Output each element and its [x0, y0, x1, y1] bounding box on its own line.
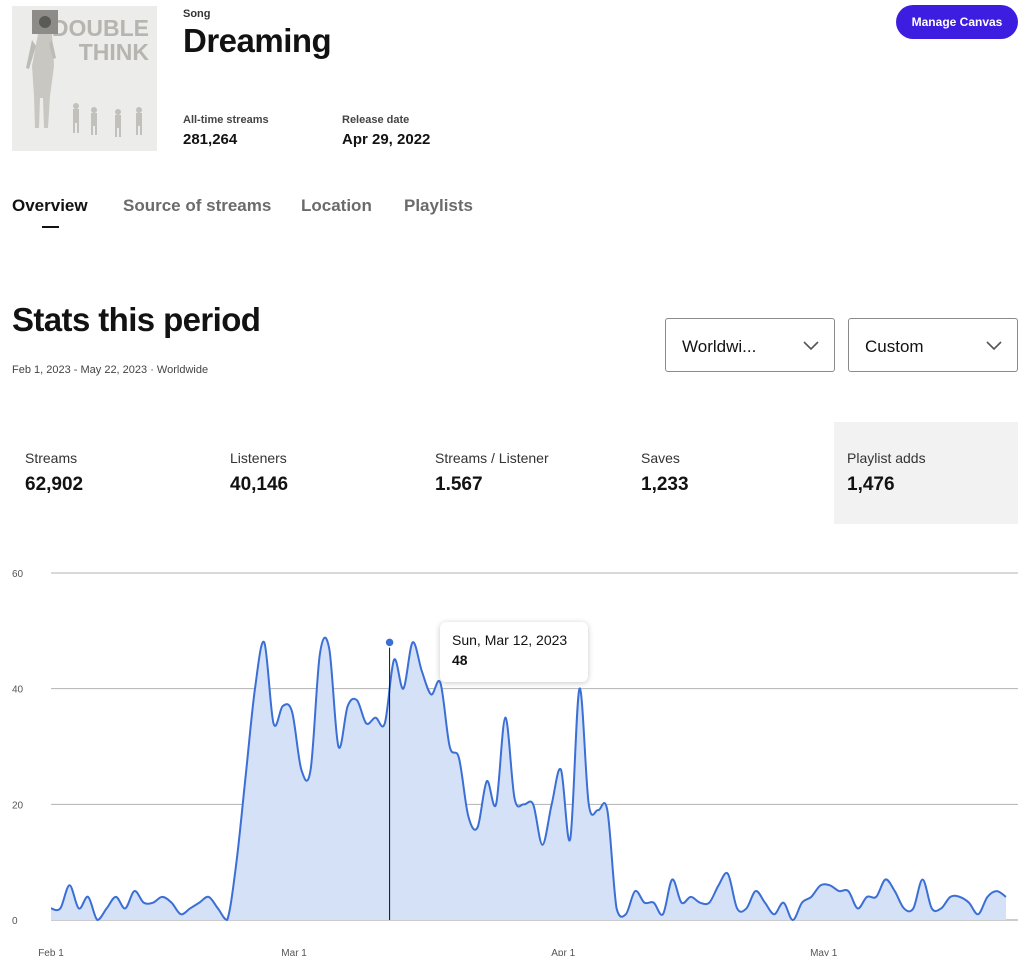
x-axis: Feb 1 Mar 1 Apr 1 May 1 [38, 948, 838, 956]
hover-data-point[interactable] [384, 637, 395, 648]
period-dropdown[interactable]: Custom [848, 318, 1018, 372]
all-time-streams-value: 281,264 [183, 131, 238, 148]
tab-location[interactable]: Location [301, 196, 372, 216]
stats-title: Stats this period [12, 301, 261, 338]
manage-canvas-button[interactable]: Manage Canvas [896, 5, 1018, 39]
metric-streams-per-listener[interactable]: Streams / Listener 1.567 [422, 422, 622, 524]
metric-streams[interactable]: Streams 62,902 [12, 422, 212, 524]
x-tick-label: Mar 1 [281, 948, 307, 956]
chevron-down-icon [803, 341, 819, 351]
metric-listeners[interactable]: Listeners 40,146 [217, 422, 417, 524]
y-axis: 0 20 40 60 [12, 569, 24, 927]
metric-value: 1.567 [435, 474, 483, 495]
release-date-label: Release date [342, 114, 410, 126]
song-title: Dreaming [183, 22, 332, 59]
period-dropdown-value: Custom [865, 337, 924, 356]
tooltip-value: 48 [452, 652, 468, 668]
y-tick-label: 20 [12, 800, 24, 811]
tooltip-date: Sun, Mar 12, 2023 [452, 632, 568, 648]
x-tick-label: Feb 1 [38, 948, 64, 956]
y-tick-label: 40 [12, 685, 24, 696]
chart-tooltip: Sun, Mar 12, 2023 48 [440, 622, 588, 682]
metric-label: Listeners [230, 450, 287, 466]
x-tick-label: Apr 1 [551, 948, 575, 956]
all-time-streams-label: All-time streams [183, 114, 269, 126]
metric-label: Playlist adds [847, 450, 926, 466]
metric-label: Streams [25, 450, 78, 466]
y-tick-label: 0 [12, 916, 18, 927]
metric-label: Saves [641, 450, 680, 466]
tab-playlists[interactable]: Playlists [404, 196, 473, 216]
chevron-down-icon [986, 341, 1002, 351]
location-dropdown[interactable]: Worldwi... [665, 318, 835, 372]
cover-figures-illustration [26, 10, 142, 137]
active-tab-indicator [42, 226, 59, 228]
metric-saves[interactable]: Saves 1,233 [628, 422, 828, 524]
metric-playlist-adds[interactable]: Playlist adds 1,476 [834, 422, 1018, 524]
album-cover: DOUBLE THINK [12, 6, 157, 151]
metric-label: Streams / Listener [435, 450, 549, 466]
metric-value: 62,902 [25, 474, 84, 495]
x-tick-label: May 1 [810, 948, 838, 956]
location-dropdown-value: Worldwi... [682, 337, 757, 356]
y-tick-label: 60 [12, 569, 24, 580]
playlist-adds-chart[interactable]: 0 20 40 60 Feb 1 Mar 1 Apr 1 May 1 [0, 560, 1024, 956]
metric-value: 40,146 [230, 474, 289, 495]
metric-value: 1,476 [847, 474, 895, 495]
tab-source-of-streams[interactable]: Source of streams [123, 196, 271, 216]
release-date-value: Apr 29, 2022 [342, 131, 431, 148]
metric-value: 1,233 [641, 474, 689, 495]
tab-overview[interactable]: Overview [12, 196, 88, 216]
stats-subtitle: Feb 1, 2023 - May 22, 2023 · Worldwide [12, 364, 209, 376]
item-type-label: Song [183, 8, 211, 20]
